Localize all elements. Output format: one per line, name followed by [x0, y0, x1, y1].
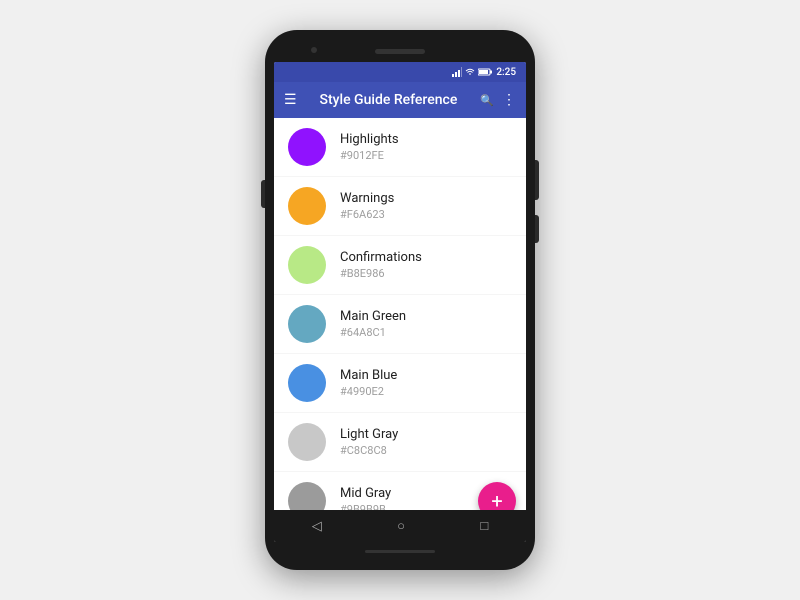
list-item[interactable]: Main Green #64A8C1: [274, 295, 526, 354]
list-item[interactable]: Warnings #F6A623: [274, 177, 526, 236]
color-info: Light Gray #C8C8C8: [340, 427, 398, 457]
phone-bottom-bar: [273, 542, 527, 560]
color-circle-mid-gray: [288, 482, 326, 510]
list-item[interactable]: Main Blue #4990E2: [274, 354, 526, 413]
list-item[interactable]: Mid Gray #9B9B9B +: [274, 472, 526, 510]
nav-back-button[interactable]: ◁: [312, 519, 322, 534]
color-hex: #4990E2: [340, 385, 397, 398]
status-bar: 2:25: [274, 62, 526, 82]
color-hex: #C8C8C8: [340, 444, 398, 457]
menu-icon[interactable]: ☰: [284, 92, 297, 108]
list-item[interactable]: Highlights #9012FE: [274, 118, 526, 177]
color-circle-highlights: [288, 128, 326, 166]
phone-top-bar: [273, 40, 527, 62]
phone-speaker: [375, 49, 425, 54]
color-hex: #B8E986: [340, 267, 422, 280]
volume-up-button[interactable]: [535, 215, 539, 243]
color-info: Main Green #64A8C1: [340, 309, 406, 339]
color-info: Main Blue #4990E2: [340, 368, 397, 398]
wifi-icon: [465, 67, 475, 77]
phone-home-indicator: [365, 550, 435, 553]
color-name: Light Gray: [340, 427, 398, 442]
color-name: Main Green: [340, 309, 406, 324]
bottom-navigation-bar: ◁ ○ □: [274, 510, 526, 542]
color-name: Warnings: [340, 191, 394, 206]
color-list: Highlights #9012FE Warnings #F6A623 Conf…: [274, 118, 526, 510]
color-hex: #9012FE: [340, 149, 399, 162]
color-hex: #F6A623: [340, 208, 394, 221]
color-name: Highlights: [340, 132, 399, 147]
phone-screen: 2:25 ☰ Style Guide Reference 🔍 ⋮ Highlig…: [274, 62, 526, 542]
battery-icon: [478, 68, 492, 76]
fab-button[interactable]: +: [478, 482, 516, 510]
signal-icon: [452, 67, 462, 77]
color-info: Confirmations #B8E986: [340, 250, 422, 280]
nav-recent-button[interactable]: □: [480, 518, 488, 534]
power-button[interactable]: [535, 160, 539, 200]
color-hex: #9B9B9B: [340, 503, 391, 510]
color-circle-main-blue: [288, 364, 326, 402]
app-bar: ☰ Style Guide Reference 🔍 ⋮: [274, 82, 526, 118]
list-item[interactable]: Confirmations #B8E986: [274, 236, 526, 295]
app-bar-title: Style Guide Reference: [305, 92, 473, 108]
color-circle-main-green: [288, 305, 326, 343]
nav-home-button[interactable]: ○: [397, 518, 405, 534]
fab-plus-icon: +: [491, 491, 502, 510]
color-name: Mid Gray: [340, 486, 391, 501]
color-circle-light-gray: [288, 423, 326, 461]
color-info: Highlights #9012FE: [340, 132, 399, 162]
phone-device: 2:25 ☰ Style Guide Reference 🔍 ⋮ Highlig…: [265, 30, 535, 570]
color-name: Main Blue: [340, 368, 397, 383]
color-circle-warnings: [288, 187, 326, 225]
color-circle-confirmations: [288, 246, 326, 284]
more-icon[interactable]: ⋮: [502, 92, 516, 108]
status-time: 2:25: [496, 67, 516, 78]
list-item[interactable]: Light Gray #C8C8C8: [274, 413, 526, 472]
color-info: Mid Gray #9B9B9B: [340, 486, 391, 510]
search-icon[interactable]: 🔍: [480, 94, 494, 107]
volume-down-button[interactable]: [261, 180, 265, 208]
phone-camera: [311, 47, 317, 53]
color-hex: #64A8C1: [340, 326, 406, 339]
status-icons: [452, 67, 492, 77]
color-info: Warnings #F6A623: [340, 191, 394, 221]
color-name: Confirmations: [340, 250, 422, 265]
